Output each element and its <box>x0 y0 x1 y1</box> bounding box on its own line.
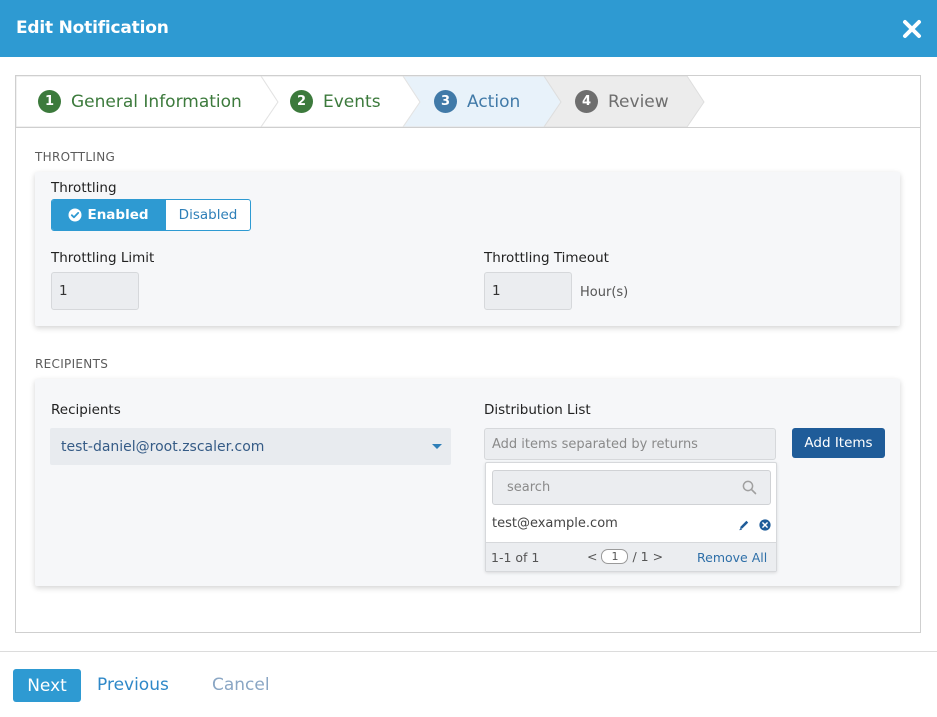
pencil-icon[interactable] <box>738 519 750 531</box>
close-icon[interactable] <box>901 18 923 40</box>
distribution-list-footer: 1-1 of 1 < 1 / 1 > Remove All <box>486 542 776 571</box>
step-events[interactable]: 2 Events <box>290 76 381 127</box>
cancel-button[interactable]: Cancel <box>212 675 270 695</box>
step-number: 2 <box>290 90 313 113</box>
check-circle-icon <box>68 208 82 222</box>
throttling-disabled-option[interactable]: Disabled <box>165 200 250 230</box>
throttling-section-title: THROTTLING <box>35 150 116 164</box>
add-items-button[interactable]: Add Items <box>792 428 885 458</box>
modal-title: Edit Notification <box>16 18 169 38</box>
next-button[interactable]: Next <box>13 669 81 702</box>
recipients-label: Recipients <box>51 402 121 418</box>
recipients-value: test-daniel@root.zscaler.com <box>61 438 265 455</box>
throttling-limit-input[interactable]: 1 <box>51 272 139 310</box>
distribution-search-input[interactable]: search <box>492 470 771 505</box>
page-number-input[interactable]: 1 <box>601 549 629 564</box>
step-label: Review <box>608 91 669 112</box>
distribution-list-input[interactable]: Add items separated by returns <box>484 428 776 460</box>
step-label: Events <box>323 91 381 112</box>
recipients-card: Recipients test-daniel@root.zscaler.com … <box>35 379 900 586</box>
step-number: 3 <box>434 90 457 113</box>
recipients-section-title: RECIPIENTS <box>35 357 109 371</box>
page-prev-button[interactable]: < <box>587 549 597 564</box>
throttling-timeout-input[interactable]: 1 <box>484 272 572 310</box>
pagination: < 1 / 1 > <box>587 549 663 564</box>
chevron-down-icon <box>432 444 442 449</box>
distribution-list-item: test@example.com <box>492 516 618 531</box>
wizard-steps: 1 General Information 2 Events 3 Action … <box>16 76 920 128</box>
throttling-enabled-option[interactable]: Enabled <box>52 200 165 230</box>
step-label: General Information <box>71 91 242 112</box>
throttling-label: Throttling <box>51 180 117 196</box>
modal-header: Edit Notification <box>0 0 937 57</box>
step-number: 1 <box>38 90 61 113</box>
throttling-toggle[interactable]: Enabled Disabled <box>51 199 251 231</box>
distribution-list-panel: search test@example.com 1-1 of 1 < 1 / 1… <box>485 462 777 572</box>
step-action[interactable]: 3 Action <box>434 76 520 127</box>
page-total: / 1 <box>632 549 649 564</box>
step-review[interactable]: 4 Review <box>575 76 669 127</box>
step-general-information[interactable]: 1 General Information <box>38 76 242 127</box>
search-icon <box>742 480 757 495</box>
page-next-button[interactable]: > <box>653 549 663 564</box>
recipients-select[interactable]: test-daniel@root.zscaler.com <box>50 428 451 465</box>
enabled-label: Enabled <box>87 207 149 223</box>
throttling-limit-label: Throttling Limit <box>51 250 155 266</box>
step-label: Action <box>467 91 521 112</box>
throttling-timeout-label: Throttling Timeout <box>484 250 609 266</box>
step-number: 4 <box>575 90 598 113</box>
item-count: 1-1 of 1 <box>491 550 540 565</box>
distribution-list-label: Distribution List <box>484 402 591 418</box>
previous-button[interactable]: Previous <box>97 675 169 695</box>
throttling-card: Throttling Enabled Disabled Throttling L… <box>35 172 900 326</box>
footer-divider <box>0 651 937 652</box>
wizard-frame: 1 General Information 2 Events 3 Action … <box>15 75 921 633</box>
remove-all-link[interactable]: Remove All <box>697 550 767 565</box>
close-circle-icon[interactable] <box>759 519 771 531</box>
timeout-unit: Hour(s) <box>580 285 629 300</box>
search-placeholder: search <box>507 480 551 495</box>
